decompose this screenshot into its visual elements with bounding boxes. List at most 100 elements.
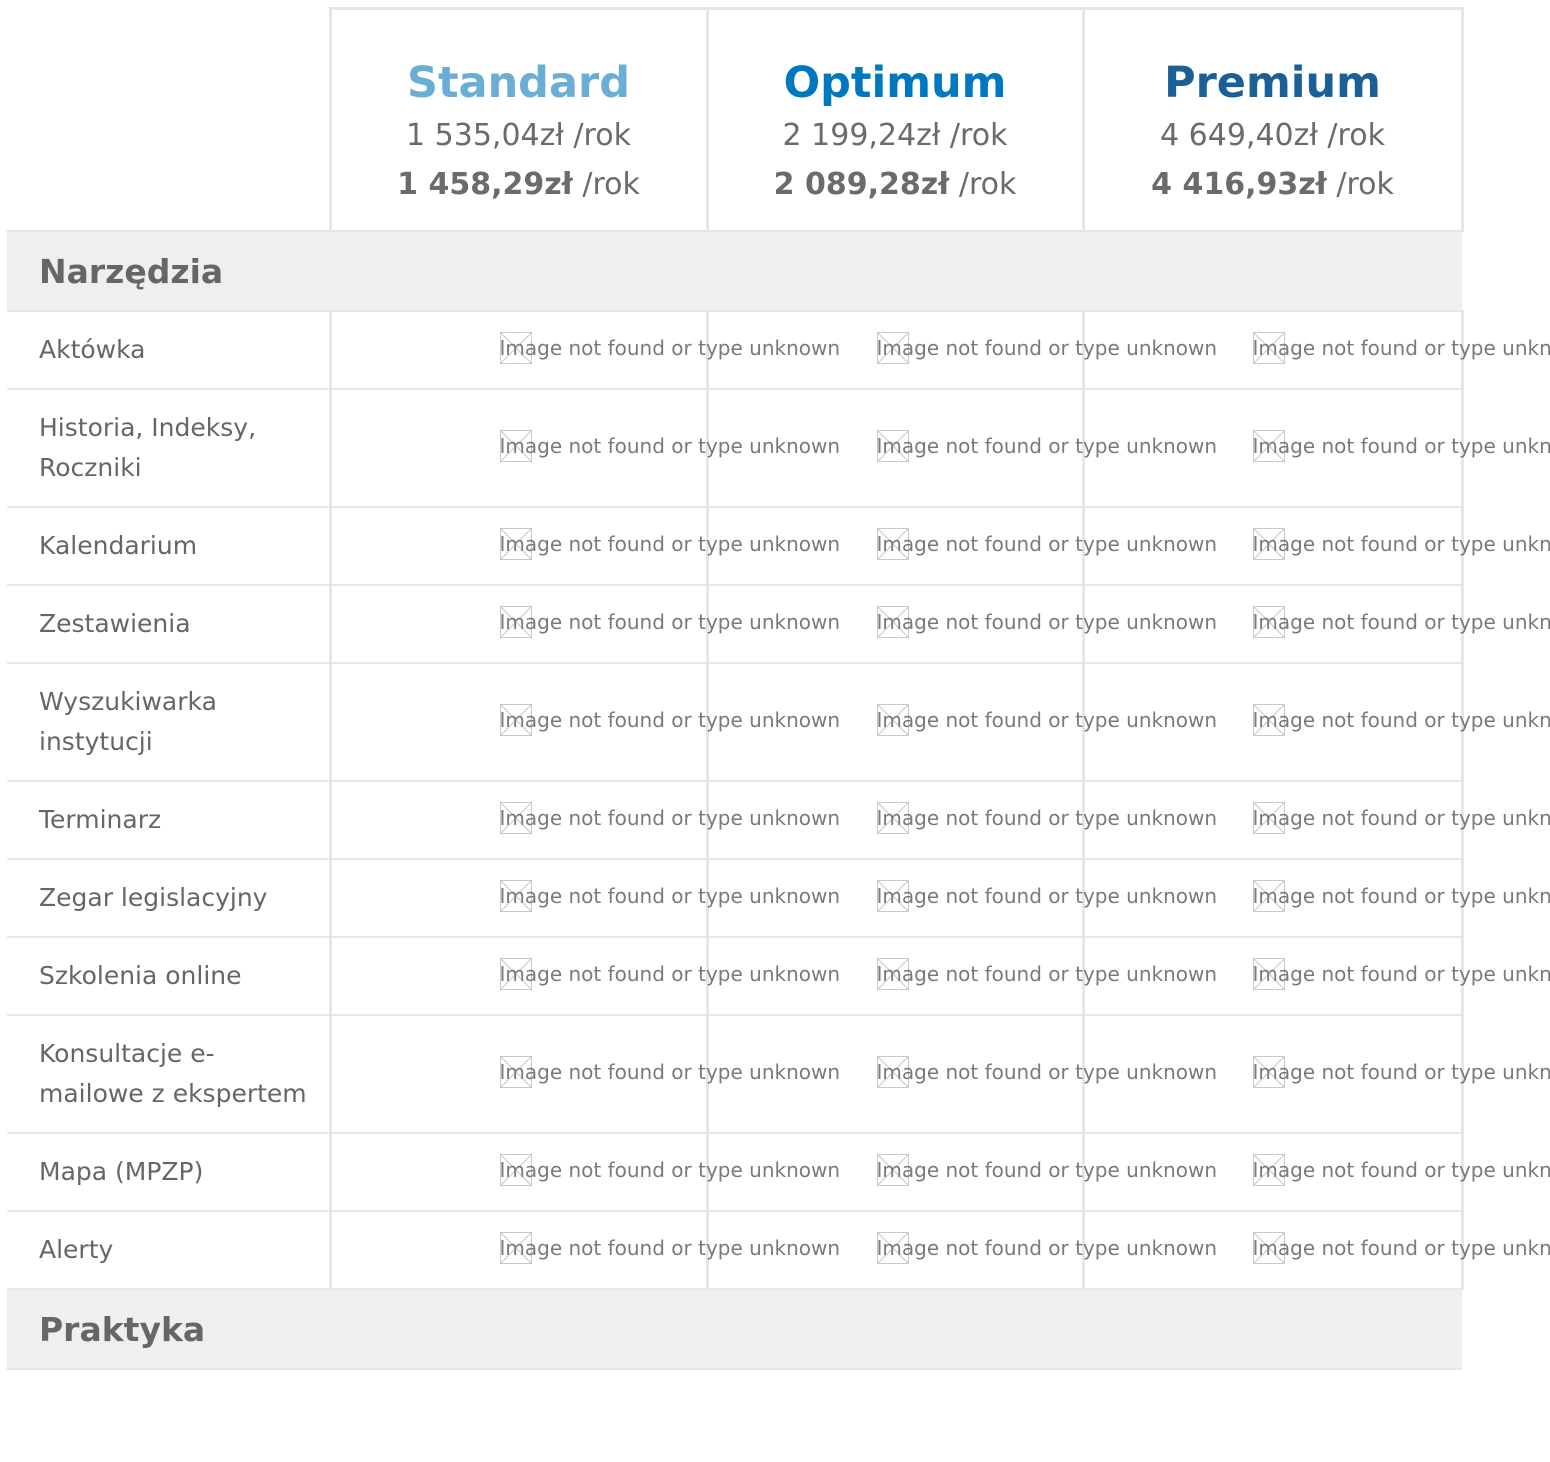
plan-header-row: Standard 1 535,04zł /rok 1 458,29zł /rok…: [7, 7, 1464, 232]
feature-label: Aktówka: [7, 311, 332, 390]
broken-image-alt-text: Image not found or type unknown: [1252, 336, 1550, 360]
feature-availability-cell: Image not found or type unknown: [330, 311, 840, 390]
broken-image-alt-text: Image not found or type unknown: [1252, 610, 1550, 634]
feature-label: Terminarz: [7, 781, 332, 860]
section-header-row: Praktyka: [7, 1288, 1462, 1370]
feature-availability-cell: Image not found or type unknown: [707, 585, 1217, 664]
feature-availability-cell: Image not found or type unknown: [1083, 311, 1550, 390]
feature-row: Aktówka Image not found or type unknown Im…: [7, 311, 1550, 390]
feature-availability-cell: Image not found or type unknown: [330, 507, 840, 586]
plan-name: Optimum: [783, 58, 1007, 108]
feature-label: Historia, Indeksy, Roczniki: [7, 389, 332, 508]
broken-image-alt-text: Image not found or type unknown: [1252, 1158, 1550, 1182]
section-title: Narzędzia: [7, 230, 1462, 312]
feature-row: Alerty Image not found or type unknown Ima…: [7, 1211, 1550, 1290]
plan-promo-price: 1 458,29zł /rok: [332, 165, 706, 205]
broken-image: Image not found or type unknown: [1252, 802, 1550, 834]
feature-label: Szkolenia online: [7, 937, 332, 1016]
plan-premium[interactable]: Premium 4 649,40zł /rok 4 416,93zł /rok: [1081, 7, 1464, 232]
broken-image-alt-text: Image not found or type unknown: [1252, 806, 1550, 830]
feature-availability-cell: Image not found or type unknown: [330, 937, 840, 1016]
feature-availability-cell: Image not found or type unknown: [330, 1211, 840, 1290]
feature-label: Zegar legislacyjny: [7, 859, 332, 938]
feature-availability-cell: Image not found or type unknown: [1083, 1133, 1550, 1212]
broken-image-alt-text: Image not found or type unknown: [1252, 962, 1550, 986]
feature-availability-cell: Image not found or type unknown: [330, 1015, 840, 1134]
promo-amount: 2 089,28zł: [773, 167, 950, 202]
feature-row: Konsultacje e-mailowe z ekspertem Image n…: [7, 1015, 1550, 1134]
broken-image-alt-text: Image not found or type unknown: [1252, 1060, 1550, 1084]
section-header-row: Narzędzia: [7, 230, 1462, 312]
feature-availability-cell: Image not found or type unknown: [707, 1211, 1217, 1290]
feature-availability-cell: Image not found or type unknown: [707, 663, 1217, 782]
section-title: Praktyka: [7, 1288, 1462, 1370]
feature-availability-cell: Image not found or type unknown: [1083, 1211, 1550, 1290]
feature-row: Kalendarium Image not found or type unkno…: [7, 507, 1550, 586]
plan-name: Premium: [1164, 58, 1381, 108]
plan-promo-price: 2 089,28zł /rok: [709, 165, 1082, 205]
broken-image: Image not found or type unknown: [1252, 332, 1550, 364]
feature-availability-cell: Image not found or type unknown: [1083, 937, 1550, 1016]
feature-availability-cell: Image not found or type unknown: [707, 781, 1217, 860]
feature-row: Zestawienia Image not found or type unkno…: [7, 585, 1550, 664]
feature-availability-cell: Image not found or type unknown: [330, 859, 840, 938]
feature-availability-cell: Image not found or type unknown: [330, 585, 840, 664]
plan-price: 2 199,24zł /rok: [782, 118, 1008, 153]
broken-image: Image not found or type unknown: [1252, 1232, 1550, 1264]
promo-suffix: /rok: [949, 167, 1017, 202]
feature-availability-cell: Image not found or type unknown: [707, 859, 1217, 938]
feature-availability-cell: Image not found or type unknown: [330, 781, 840, 860]
promo-amount: 1 458,29zł: [397, 167, 573, 202]
broken-image-alt-text: Image not found or type unknown: [1252, 434, 1550, 458]
promo-amount: 4 416,93zł: [1151, 167, 1327, 202]
feature-availability-cell: Image not found or type unknown: [1083, 663, 1550, 782]
plan-promo-price: 4 416,93zł /rok: [1085, 165, 1461, 205]
broken-image-alt-text: Image not found or type unknown: [1252, 708, 1550, 732]
feature-availability-cell: Image not found or type unknown: [707, 1133, 1217, 1212]
feature-availability-cell: Image not found or type unknown: [707, 311, 1217, 390]
feature-availability-cell: Image not found or type unknown: [330, 663, 840, 782]
pricing-comparison-page: Standard 1 535,04zł /rok 1 458,29zł /rok…: [0, 0, 1550, 1462]
plan-price: 1 535,04zł /rok: [406, 118, 631, 153]
broken-image: Image not found or type unknown: [1252, 704, 1550, 736]
feature-label: Mapa (MPZP): [7, 1133, 332, 1212]
feature-row: Historia, Indeksy, Roczniki Image not fou…: [7, 389, 1550, 508]
feature-row: Terminarz Image not found or type unknown…: [7, 781, 1550, 860]
feature-availability-cell: Image not found or type unknown: [330, 1133, 840, 1212]
broken-image: Image not found or type unknown: [1252, 1056, 1550, 1088]
feature-label: Konsultacje e-mailowe z ekspertem: [7, 1015, 332, 1134]
feature-availability-cell: Image not found or type unknown: [1083, 859, 1550, 938]
feature-availability-cell: Image not found or type unknown: [1083, 585, 1550, 664]
promo-suffix: /rok: [572, 167, 640, 202]
plan-price: 4 649,40zł /rok: [1160, 118, 1385, 153]
broken-image-alt-text: Image not found or type unknown: [1252, 884, 1550, 908]
plan-optimum[interactable]: Optimum 2 199,24zł /rok 2 089,28zł /rok: [705, 7, 1085, 232]
feature-availability-cell: Image not found or type unknown: [1083, 1015, 1550, 1134]
header-spacer: [7, 8, 332, 231]
feature-row: Szkolenia online Image not found or type …: [7, 937, 1550, 1016]
feature-availability-cell: Image not found or type unknown: [1083, 389, 1550, 508]
feature-row: Wyszukiwarka instytucji Image not found o…: [7, 663, 1550, 782]
feature-label: Wyszukiwarka instytucji: [7, 663, 332, 782]
feature-availability-cell: Image not found or type unknown: [707, 389, 1217, 508]
feature-row: Mapa (MPZP) Image not found or type unkno…: [7, 1133, 1550, 1212]
feature-availability-cell: Image not found or type unknown: [1083, 507, 1550, 586]
promo-suffix: /rok: [1326, 167, 1394, 202]
feature-availability-cell: Image not found or type unknown: [1083, 781, 1550, 860]
feature-availability-cell: Image not found or type unknown: [330, 389, 840, 508]
plan-standard[interactable]: Standard 1 535,04zł /rok 1 458,29zł /rok: [328, 7, 709, 232]
plan-comparison-table: Standard 1 535,04zł /rok 1 458,29zł /rok…: [7, 7, 1550, 1370]
feature-label: Zestawienia: [7, 585, 332, 664]
broken-image-alt-text: Image not found or type unknown: [1252, 532, 1550, 556]
broken-image: Image not found or type unknown: [1252, 1154, 1550, 1186]
plan-name: Standard: [407, 58, 630, 108]
broken-image: Image not found or type unknown: [1252, 958, 1550, 990]
feature-row: Zegar legislacyjny Image not found or typ…: [7, 859, 1550, 938]
feature-label: Alerty: [7, 1211, 332, 1290]
feature-label: Kalendarium: [7, 507, 332, 586]
feature-availability-cell: Image not found or type unknown: [707, 507, 1217, 586]
broken-image: Image not found or type unknown: [1252, 528, 1550, 560]
feature-availability-cell: Image not found or type unknown: [707, 1015, 1217, 1134]
feature-availability-cell: Image not found or type unknown: [707, 937, 1217, 1016]
broken-image: Image not found or type unknown: [1252, 606, 1550, 638]
